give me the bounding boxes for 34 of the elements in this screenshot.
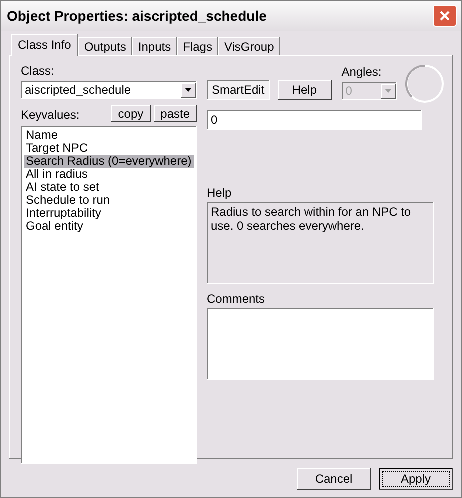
smartedit-button[interactable]: SmartEdit — [207, 80, 270, 100]
apply-button[interactable]: Apply — [379, 468, 453, 490]
dropdown-arrow-icon — [185, 88, 192, 92]
copy-button[interactable]: copy — [111, 105, 151, 122]
comments-field[interactable] — [207, 308, 434, 380]
close-button[interactable] — [433, 5, 457, 27]
class-label: Class: — [21, 64, 56, 78]
help-button[interactable]: Help — [278, 80, 332, 100]
list-item[interactable]: Goal entity — [24, 220, 194, 233]
angle-dial-icon — [404, 64, 445, 104]
tab[interactable]: Outputs — [78, 37, 132, 55]
tab[interactable]: Flags — [177, 37, 218, 55]
help-label: Help — [207, 186, 233, 200]
list-item[interactable]: Name — [24, 129, 194, 142]
tab[interactable]: VisGroup — [218, 37, 280, 55]
window-title: Object Properties: aiscripted_schedule — [7, 8, 267, 24]
dropdown-arrow-icon — [384, 89, 392, 93]
value-field[interactable]: 0 — [207, 110, 422, 130]
list-item[interactable]: Target NPC — [24, 142, 194, 155]
list-item[interactable]: All in radius — [24, 168, 194, 181]
paste-button[interactable]: paste — [154, 105, 197, 122]
list-item[interactable]: AI state to set — [24, 181, 194, 194]
tab[interactable]: Inputs — [132, 37, 178, 55]
tab[interactable]: Class Info — [11, 34, 78, 56]
list-item[interactable]: Search Radius (0=everywhere) — [24, 155, 194, 168]
cancel-button[interactable]: Cancel — [297, 468, 371, 490]
close-icon — [439, 10, 451, 22]
list-item[interactable]: Interruptability — [24, 207, 194, 220]
comments-label: Comments — [207, 292, 266, 306]
list-item[interactable]: Schedule to run — [24, 194, 194, 207]
class-dropdown[interactable]: aiscripted_schedule — [21, 81, 197, 99]
help-text: Radius to search within for an NPC to use. 0 searches everywhere. — [211, 205, 412, 233]
keyvalues-label: Keyvalues: — [21, 108, 80, 122]
angles-label: Angles: — [342, 65, 383, 79]
